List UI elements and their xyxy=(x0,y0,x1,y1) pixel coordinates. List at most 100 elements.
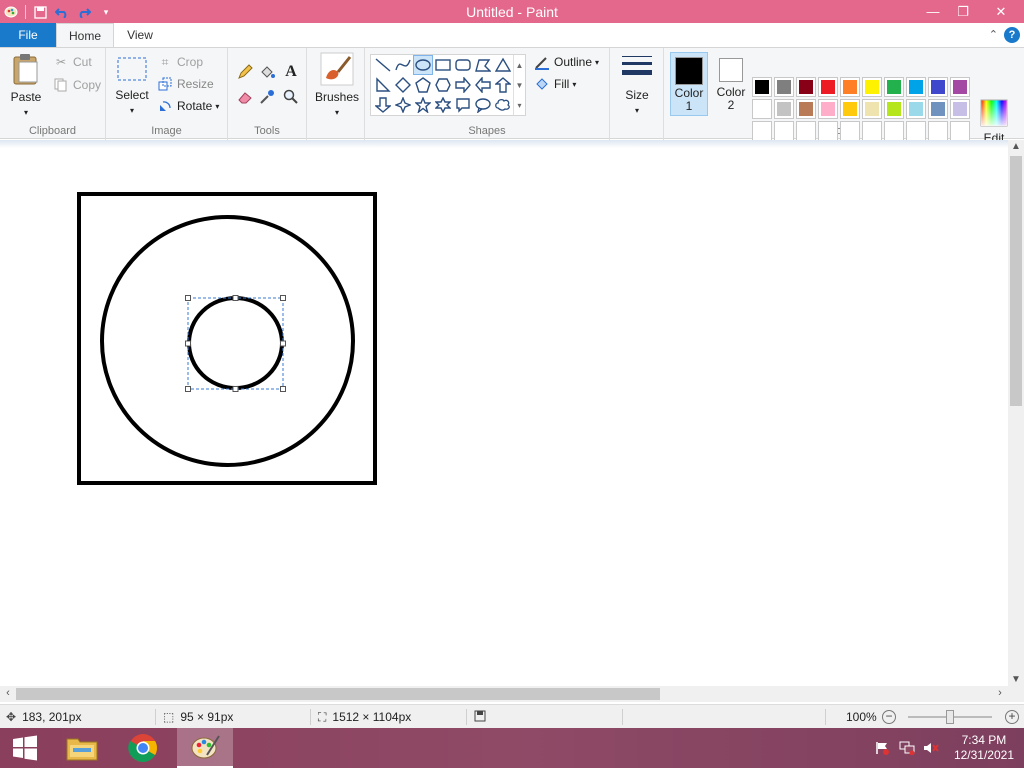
palette-color-swatch[interactable] xyxy=(818,77,838,97)
vertical-scrollbar[interactable]: ▲ ▼ xyxy=(1008,140,1024,686)
custom-color-slot[interactable] xyxy=(818,121,838,141)
palette-color-swatch[interactable] xyxy=(928,77,948,97)
action-center-flag-icon[interactable] xyxy=(872,728,892,768)
polygon-shape-icon[interactable] xyxy=(473,55,493,75)
vertical-scroll-thumb[interactable] xyxy=(1010,156,1022,406)
right-triangle-shape-icon[interactable] xyxy=(373,75,393,95)
palette-color-swatch[interactable] xyxy=(774,77,794,97)
chrome-button[interactable] xyxy=(118,728,168,768)
rotate-button[interactable]: Rotate ▾ xyxy=(156,96,219,116)
up-arrow-shape-icon[interactable] xyxy=(493,75,513,95)
drawing-canvas[interactable] xyxy=(0,140,1008,686)
tab-home[interactable]: Home xyxy=(56,23,114,47)
selection-handles[interactable] xyxy=(185,295,286,392)
four-point-star-shape-icon[interactable] xyxy=(393,95,413,115)
volume-muted-icon[interactable] xyxy=(920,728,942,768)
horizontal-scrollbar[interactable]: ‹ › xyxy=(0,686,1008,702)
close-button[interactable]: ✕ xyxy=(978,0,1024,23)
palette-color-swatch[interactable] xyxy=(752,99,772,119)
custom-color-slot[interactable] xyxy=(796,121,816,141)
help-icon[interactable]: ? xyxy=(1004,27,1020,43)
custom-color-slot[interactable] xyxy=(840,121,860,141)
zoom-out-icon[interactable]: − xyxy=(882,710,896,724)
rectangle-shape-icon[interactable] xyxy=(433,55,453,75)
palette-color-swatch[interactable] xyxy=(752,77,772,97)
palette-color-swatch[interactable] xyxy=(950,99,970,119)
five-point-star-shape-icon[interactable] xyxy=(413,95,433,115)
shapes-scroll[interactable]: ▲ ▼ ▾ xyxy=(513,55,525,115)
palette-color-swatch[interactable] xyxy=(862,77,882,97)
zoom-in-icon[interactable]: + xyxy=(1005,710,1019,724)
palette-color-swatch[interactable] xyxy=(774,99,794,119)
rounded-rectangle-shape-icon[interactable] xyxy=(453,55,473,75)
color1-button[interactable]: Color 1 xyxy=(670,52,708,116)
zoom-slider-thumb[interactable] xyxy=(946,710,954,724)
custom-color-slot[interactable] xyxy=(928,121,948,141)
restore-button[interactable]: ❐ xyxy=(948,0,978,23)
palette-color-swatch[interactable] xyxy=(840,99,860,119)
magnifier-icon[interactable] xyxy=(280,86,302,108)
system-clock[interactable]: 7:34 PM 12/31/2021 xyxy=(954,733,1014,763)
size-button[interactable]: Size ▾ xyxy=(616,52,658,117)
line-shape-icon[interactable] xyxy=(373,55,393,75)
brushes-button[interactable]: Brushes ▾ xyxy=(313,52,361,119)
scroll-right-arrow-icon[interactable]: › xyxy=(992,687,1008,699)
expand-gallery-icon[interactable]: ▾ xyxy=(517,101,521,110)
curve-shape-icon[interactable] xyxy=(393,55,413,75)
color-picker-icon[interactable] xyxy=(256,86,278,108)
hexagon-shape-icon[interactable] xyxy=(433,75,453,95)
rounded-callout-shape-icon[interactable] xyxy=(453,95,473,115)
palette-color-swatch[interactable] xyxy=(950,77,970,97)
tab-view[interactable]: View xyxy=(118,23,162,47)
fill-button[interactable]: Fill ▾ xyxy=(533,74,576,94)
palette-color-swatch[interactable] xyxy=(884,77,904,97)
paste-button[interactable]: Paste ▾ xyxy=(6,52,46,119)
crop-button[interactable]: ⌗ Crop xyxy=(156,52,203,72)
scroll-down-arrow-icon[interactable]: ▼ xyxy=(1008,674,1024,685)
horizontal-scroll-thumb[interactable] xyxy=(16,688,660,700)
palette-color-swatch[interactable] xyxy=(840,77,860,97)
custom-color-slot[interactable] xyxy=(884,121,904,141)
custom-color-slot[interactable] xyxy=(774,121,794,141)
oval-shape-icon[interactable] xyxy=(413,55,433,75)
six-point-star-shape-icon[interactable] xyxy=(433,95,453,115)
right-arrow-shape-icon[interactable] xyxy=(453,75,473,95)
palette-color-swatch[interactable] xyxy=(906,99,926,119)
text-tool-icon[interactable]: A xyxy=(280,61,302,83)
minimize-button[interactable]: — xyxy=(918,0,948,23)
palette-color-swatch[interactable] xyxy=(884,99,904,119)
outline-button[interactable]: Outline ▾ xyxy=(533,52,599,72)
down-arrow-shape-icon[interactable] xyxy=(373,95,393,115)
custom-color-slot[interactable] xyxy=(862,121,882,141)
palette-color-swatch[interactable] xyxy=(818,99,838,119)
pentagon-shape-icon[interactable] xyxy=(413,75,433,95)
select-button[interactable]: Select ▾ xyxy=(112,52,152,117)
tab-file[interactable]: File xyxy=(0,23,56,47)
custom-color-slot[interactable] xyxy=(950,121,970,141)
scroll-down-icon[interactable]: ▼ xyxy=(516,81,524,90)
cut-button[interactable]: ✂ Cut xyxy=(52,52,92,72)
palette-color-swatch[interactable] xyxy=(796,99,816,119)
start-button[interactable] xyxy=(0,728,50,768)
fill-bucket-icon[interactable] xyxy=(256,61,278,83)
triangle-shape-icon[interactable] xyxy=(493,55,513,75)
cloud-callout-shape-icon[interactable] xyxy=(493,95,513,115)
palette-color-swatch[interactable] xyxy=(906,77,926,97)
palette-color-swatch[interactable] xyxy=(796,77,816,97)
custom-color-slot[interactable] xyxy=(752,121,772,141)
copy-button[interactable]: Copy xyxy=(52,75,101,95)
scroll-up-icon[interactable]: ▲ xyxy=(516,61,524,70)
left-arrow-shape-icon[interactable] xyxy=(473,75,493,95)
color2-button[interactable]: Color 2 xyxy=(712,52,750,112)
custom-color-slot[interactable] xyxy=(906,121,926,141)
paint-taskbar-button[interactable] xyxy=(177,728,233,768)
palette-color-swatch[interactable] xyxy=(928,99,948,119)
scroll-left-arrow-icon[interactable]: ‹ xyxy=(0,687,16,699)
scroll-up-arrow-icon[interactable]: ▲ xyxy=(1008,141,1024,152)
palette-color-swatch[interactable] xyxy=(862,99,882,119)
resize-button[interactable]: Resize xyxy=(156,74,214,94)
eraser-icon[interactable] xyxy=(234,86,256,108)
minimize-ribbon-icon[interactable]: ⌃ xyxy=(989,28,998,41)
network-icon[interactable] xyxy=(896,728,918,768)
pencil-icon[interactable] xyxy=(234,61,256,83)
